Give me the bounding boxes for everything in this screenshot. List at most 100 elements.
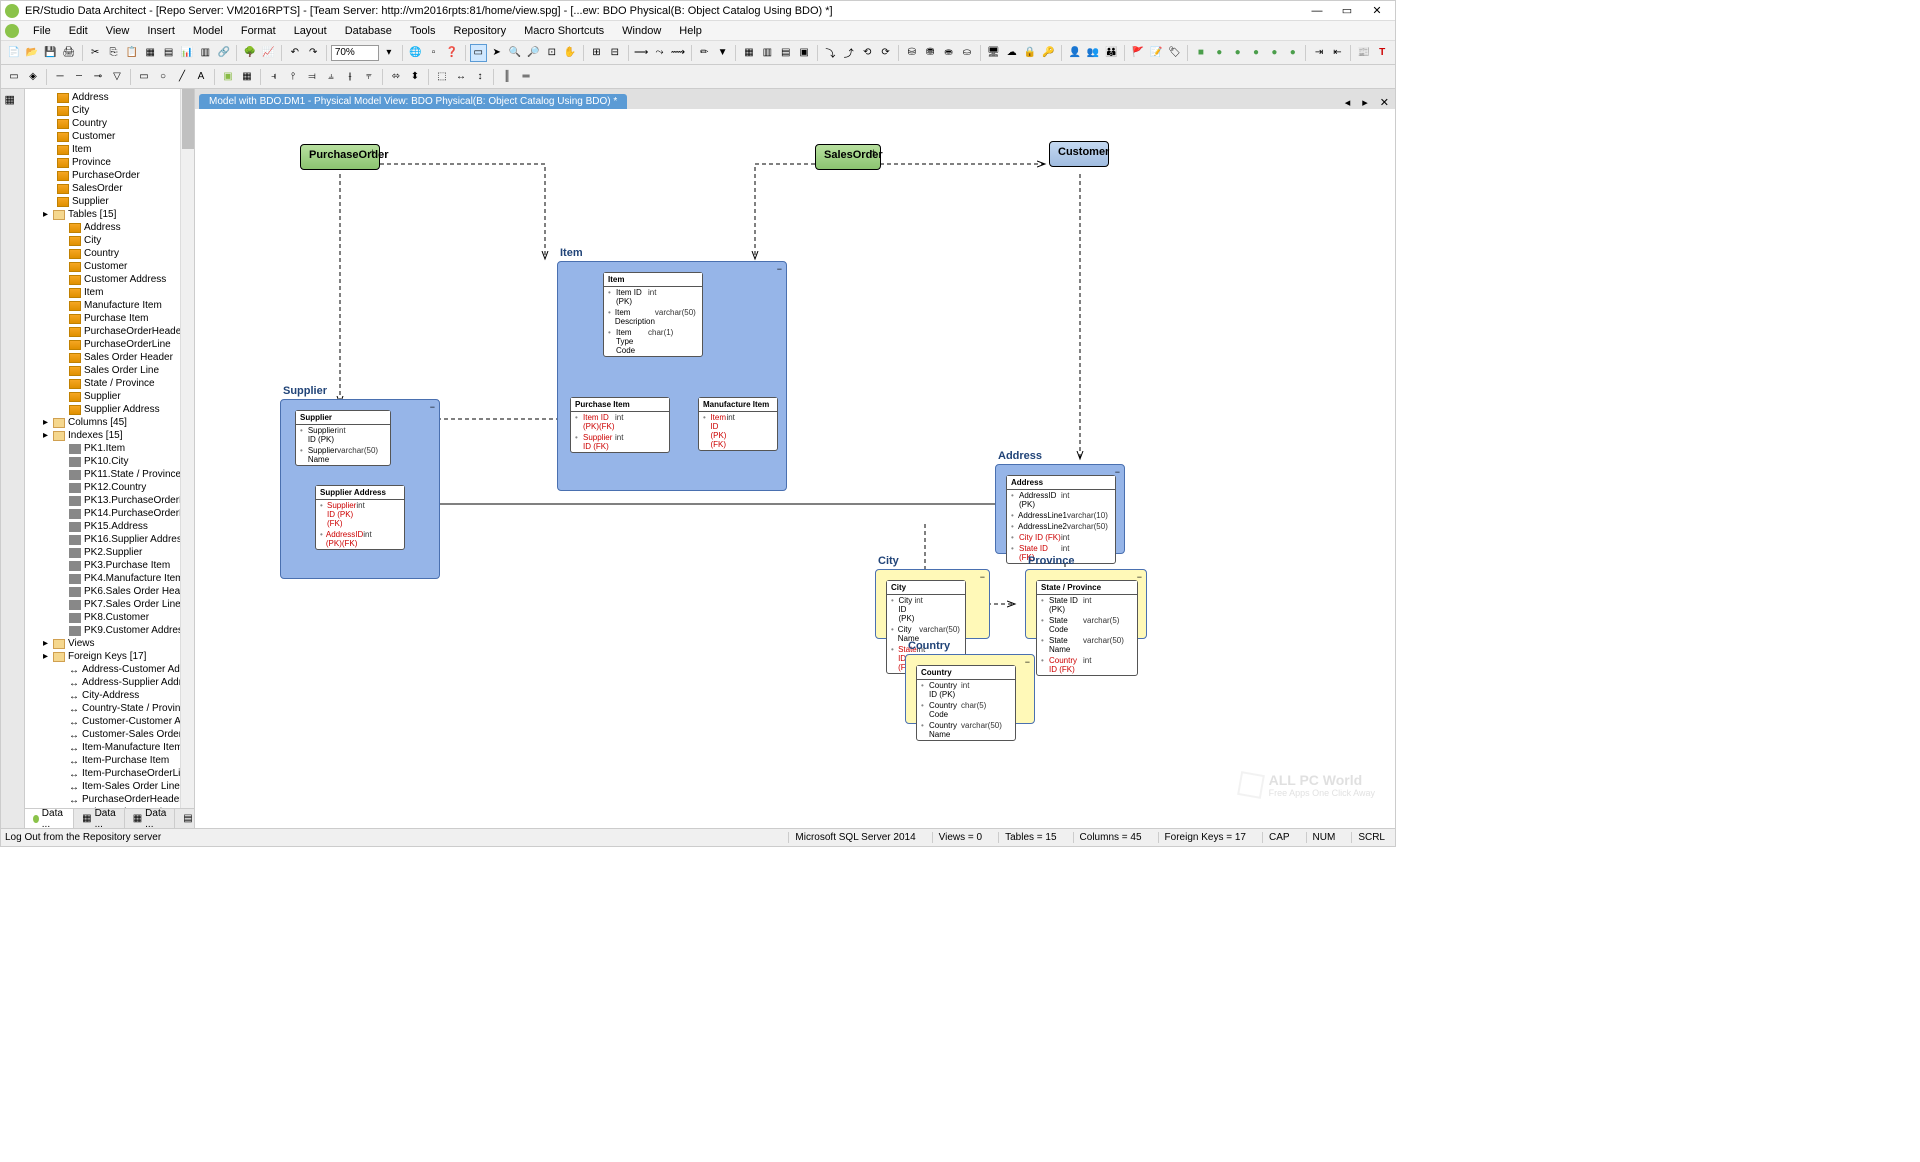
select-tool-icon[interactable]: ▭ — [470, 44, 487, 62]
table-country[interactable]: Country•Country ID (PK)int•Country Codec… — [916, 665, 1016, 741]
tree-item[interactable]: Item — [27, 286, 178, 299]
tree-header[interactable]: ▸Indexes [15] — [27, 429, 178, 442]
tree-item[interactable]: Supplier — [27, 390, 178, 403]
menu-file[interactable]: File — [25, 23, 59, 39]
tree-item[interactable]: Manufacture Item — [27, 299, 178, 312]
menu-macro-shortcuts[interactable]: Macro Shortcuts — [516, 23, 612, 39]
bottom-tab-data1[interactable]: Data ... — [25, 809, 74, 828]
db2-icon[interactable]: ⛃ — [922, 44, 939, 62]
table-supplier[interactable]: Supplier•Supplier ID (PK)int•Supplier Na… — [295, 410, 391, 466]
open-icon[interactable]: 📂 — [23, 44, 40, 62]
filter-icon[interactable]: ▼ — [714, 44, 731, 62]
table-state[interactable]: State / Province•State ID (PK)int•State … — [1036, 580, 1138, 676]
bdo-item[interactable]: Item − Item•Item ID (PK)int•Item Descrip… — [557, 261, 787, 491]
shape-circle-icon[interactable]: ○ — [154, 68, 172, 86]
tree-item[interactable]: Address — [27, 221, 178, 234]
resize-h-icon[interactable]: ↕ — [471, 68, 489, 86]
user2-icon[interactable]: 👥 — [1084, 44, 1101, 62]
menu-layout[interactable]: Layout — [286, 23, 335, 39]
maximize-button[interactable]: ▭ — [1333, 3, 1361, 19]
entity-salesorder[interactable]: SalesOrder + — [815, 144, 881, 170]
green-circle2-icon[interactable]: ● — [1229, 44, 1246, 62]
menu-window[interactable]: Window — [614, 23, 669, 39]
bdo-supplier[interactable]: Supplier − Supplier•Supplier ID (PK)int•… — [280, 399, 440, 579]
table-item[interactable]: Item•Item ID (PK)int•Item Descriptionvar… — [603, 272, 703, 357]
green-circle5-icon[interactable]: ● — [1284, 44, 1301, 62]
fit-icon[interactable]: ⊡ — [543, 44, 560, 62]
tree-item[interactable]: State / Province — [27, 377, 178, 390]
tree-item[interactable]: Country — [27, 247, 178, 260]
minimize-button[interactable]: — — [1303, 3, 1331, 19]
collapse-icon[interactable]: − — [430, 402, 435, 412]
entity-icon[interactable]: ▭ — [5, 68, 23, 86]
redo-icon[interactable]: ↷ — [304, 44, 321, 62]
tree-item[interactable]: PK2.Supplier — [27, 546, 178, 559]
tree-item[interactable]: PK16.Supplier Address — [27, 533, 178, 546]
tree-content[interactable]: AddressCityCountryCustomerItemProvincePu… — [25, 89, 180, 808]
key-icon[interactable]: 🔑 — [1040, 44, 1057, 62]
entity-purchaseorder[interactable]: PurchaseOrder + — [300, 144, 380, 170]
scrollbar-thumb[interactable] — [182, 89, 194, 149]
tree-item[interactable]: Customer — [27, 260, 178, 273]
bdo-city[interactable]: City − City•City ID (PK)int•City Namevar… — [875, 569, 990, 639]
pencil-icon[interactable]: ✏ — [696, 44, 713, 62]
rel-nonidentifying-icon[interactable]: ┄ — [70, 68, 88, 86]
collapse-icon[interactable]: − — [1025, 657, 1030, 667]
tree-item[interactable]: PurchaseOrderLine — [27, 338, 178, 351]
tree-item[interactable]: PK4.Manufacture Item — [27, 572, 178, 585]
tree-item[interactable]: ↔City-Address — [27, 689, 178, 702]
export2-icon[interactable]: ⇤ — [1329, 44, 1346, 62]
export1-icon[interactable]: ⇥ — [1310, 44, 1327, 62]
collapse-icon[interactable]: − — [980, 572, 985, 582]
dist-h-icon[interactable]: ⬄ — [387, 68, 405, 86]
entity-customer[interactable]: Customer — [1049, 141, 1109, 167]
menu-model[interactable]: Model — [185, 23, 231, 39]
view-icon[interactable]: ◈ — [24, 68, 42, 86]
green-square-icon[interactable]: ■ — [1192, 44, 1209, 62]
globe-icon[interactable]: 🌐 — [407, 44, 424, 62]
resize-same-icon[interactable]: ⬚ — [433, 68, 451, 86]
zoom-input[interactable]: 70% — [331, 45, 379, 61]
tree-item[interactable]: SalesOrder — [27, 182, 178, 195]
tree-item[interactable]: ↔Country-State / Province — [27, 702, 178, 715]
flow1-icon[interactable]: ⤵ — [822, 44, 839, 62]
db3-icon[interactable]: ⛂ — [940, 44, 957, 62]
menu-view[interactable]: View — [98, 23, 138, 39]
save-icon[interactable]: 💾 — [42, 44, 59, 62]
tree-item[interactable]: PK8.Customer — [27, 611, 178, 624]
note-icon[interactable]: 📝 — [1148, 44, 1165, 62]
paste-icon[interactable]: 📋 — [123, 44, 140, 62]
resize-w-icon[interactable]: ↔ — [452, 68, 470, 86]
tree-item[interactable]: ↔PurchaseOrderHeader-Purcha — [27, 793, 178, 806]
tree-header[interactable]: ▸Views — [27, 637, 178, 650]
menu-repository[interactable]: Repository — [446, 23, 515, 39]
link-icon[interactable]: 🔗 — [215, 44, 232, 62]
align-bottom-icon[interactable]: ⫧ — [360, 68, 378, 86]
doc-tab-close-icon[interactable]: ✕ — [1374, 96, 1395, 109]
tree-item[interactable]: ↔Customer-Sales Order Header — [27, 728, 178, 741]
text-icon[interactable]: 📰 — [1355, 44, 1372, 62]
space-h-icon[interactable]: ║ — [498, 68, 516, 86]
tag-icon[interactable]: 🏷 — [1166, 44, 1183, 62]
dist-v-icon[interactable]: ⬍ — [406, 68, 424, 86]
print-icon[interactable]: 🖨 — [60, 44, 77, 62]
tree-item[interactable]: ↔Item-PurchaseOrderLine — [27, 767, 178, 780]
relation3-icon[interactable]: ⟿ — [669, 44, 686, 62]
menu-format[interactable]: Format — [233, 23, 284, 39]
layout4-icon[interactable]: ▣ — [795, 44, 812, 62]
relation1-icon[interactable]: ⟶ — [632, 44, 649, 62]
align-center-icon[interactable]: ⫯ — [284, 68, 302, 86]
align-left-icon[interactable]: ⫣ — [265, 68, 283, 86]
server-icon[interactable]: 🖥 — [985, 44, 1002, 62]
menu-edit[interactable]: Edit — [61, 23, 96, 39]
copy-icon[interactable]: ⎘ — [105, 44, 122, 62]
flag-icon[interactable]: 🚩 — [1129, 44, 1146, 62]
doc-tab-nav-left-icon[interactable]: ◂ — [1339, 96, 1357, 109]
close-button[interactable]: ✕ — [1363, 3, 1391, 19]
bold-icon[interactable]: T — [1374, 44, 1391, 62]
menu-database[interactable]: Database — [337, 23, 400, 39]
align-top-icon[interactable]: ⫨ — [322, 68, 340, 86]
chart-icon[interactable]: 📊 — [178, 44, 195, 62]
bdo-province[interactable]: Province − State / Province•State ID (PK… — [1025, 569, 1147, 639]
menu-help[interactable]: Help — [671, 23, 710, 39]
